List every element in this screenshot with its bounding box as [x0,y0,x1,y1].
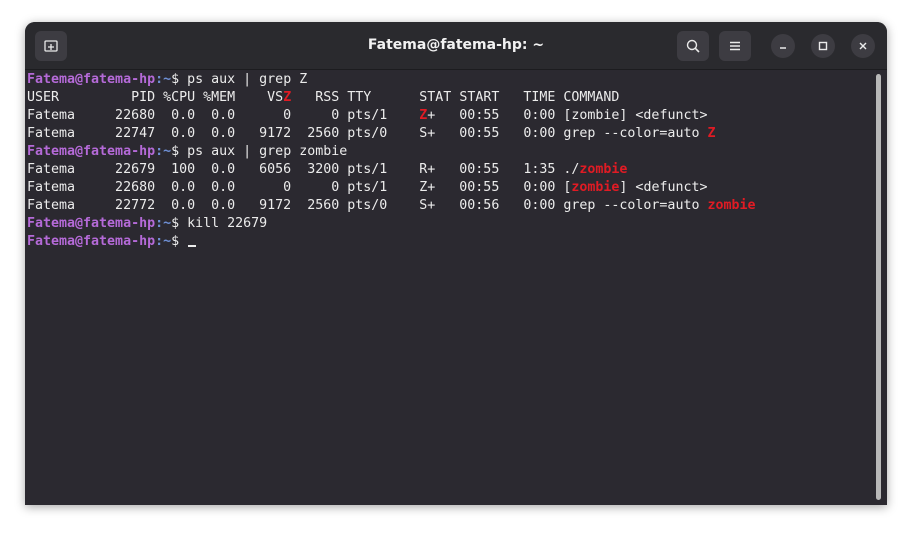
prompt-user-host: Fatema@fatema-hp [27,72,156,87]
output-text: Fatema 22772 0.0 0.0 9172 2560 pts/0 S+ … [27,198,708,213]
close-button[interactable] [851,34,875,58]
search-icon [686,39,700,53]
title-bar[interactable]: Fatema@fatema-hp: ~ [25,22,887,70]
grep-match-highlight: Z [707,126,716,141]
terminal-prompt-line: Fatema@fatema-hp:~$ ps aux | grep zombie [27,143,875,161]
terminal-output-line: Fatema 22680 0.0 0.0 0 0 pts/1 Z+ 00:55 … [27,107,875,125]
prompt-user-host: Fatema@fatema-hp [27,234,156,249]
prompt-symbol: $ [171,234,188,249]
scrollbar[interactable] [876,74,881,500]
grep-match-highlight: zombie [707,198,756,213]
terminal-window: Fatema@fatema-hp: ~ Fatema@fatema-hp:~$ … [25,22,887,505]
terminal-output-line: Fatema 22747 0.0 0.0 9172 2560 pts/0 S+ … [27,125,875,143]
prompt-symbol: $ [171,72,188,87]
terminal-output[interactable]: Fatema@fatema-hp:~$ ps aux | grep Z USER … [27,71,875,501]
grep-match-highlight: zombie [579,162,628,177]
prompt-user-host: Fatema@fatema-hp [27,144,156,159]
terminal-prompt-line: Fatema@fatema-hp:~$ ps aux | grep Z [27,71,875,89]
hamburger-menu-icon [730,41,740,51]
output-text: ] <defunct> [619,180,708,195]
prompt-symbol: $ [171,144,188,159]
output-text: Fatema 22679 100 0.0 6056 3200 pts/1 R+ … [27,162,580,177]
command-text: ps aux | grep zombie [187,144,348,159]
output-text: Fatema 22680 0.0 0.0 0 0 pts/1 Z+ 00:55 … [27,180,572,195]
grep-match-highlight: zombie [571,180,620,195]
command-text: ps aux | grep Z [187,72,308,87]
minimize-button[interactable] [771,34,795,58]
terminal-prompt-line: Fatema@fatema-hp:~$ kill 22679 [27,215,875,233]
maximize-icon [818,41,828,51]
prompt-path: :~ [155,144,172,159]
prompt-path: :~ [155,234,172,249]
text-cursor [188,245,197,247]
output-text: + 00:55 0:00 [zombie] <defunct> [427,108,708,123]
output-text: RSS TTY STAT START TIME COMMAND [291,90,620,105]
search-button[interactable] [677,31,709,61]
close-icon [859,42,867,50]
output-text: USER PID %CPU %MEM VS [27,90,284,105]
command-text: kill 22679 [187,216,268,231]
prompt-path: :~ [155,72,172,87]
menu-button[interactable] [719,31,751,61]
grep-match-highlight: Z [283,90,292,105]
prompt-symbol: $ [171,216,188,231]
window-title: Fatema@fatema-hp: ~ [367,37,545,53]
terminal-output-line: Fatema 22680 0.0 0.0 0 0 pts/1 Z+ 00:55 … [27,179,875,197]
prompt-user-host: Fatema@fatema-hp [27,216,156,231]
terminal-output-line: USER PID %CPU %MEM VSZ RSS TTY STAT STAR… [27,89,875,107]
minimize-icon [780,47,786,49]
output-text: Fatema 22747 0.0 0.0 9172 2560 pts/0 S+ … [27,126,708,141]
terminal-output-line: Fatema 22679 100 0.0 6056 3200 pts/1 R+ … [27,161,875,179]
output-text: Fatema 22680 0.0 0.0 0 0 pts/1 [27,108,420,123]
prompt-path: :~ [155,216,172,231]
maximize-button[interactable] [811,34,835,58]
terminal-output-line: Fatema 22772 0.0 0.0 9172 2560 pts/0 S+ … [27,197,875,215]
terminal-prompt-line: Fatema@fatema-hp:~$ [27,233,875,251]
